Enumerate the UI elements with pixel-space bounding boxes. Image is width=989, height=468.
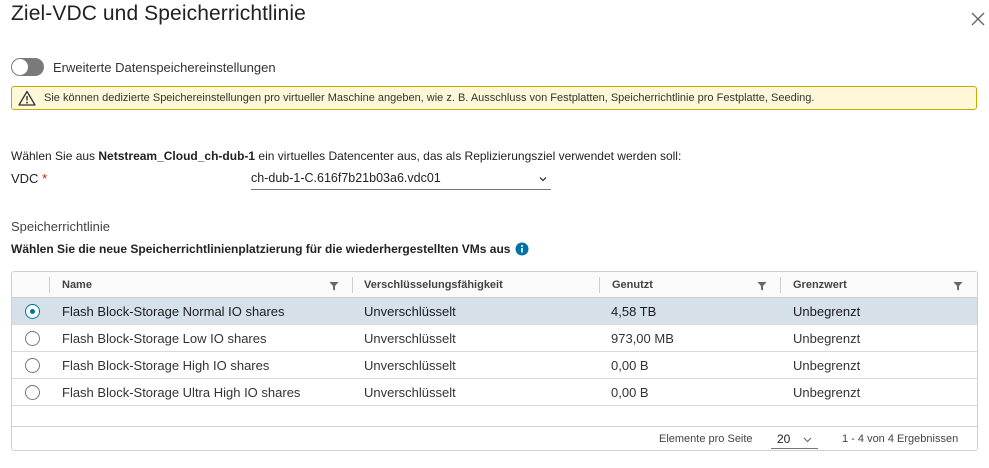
page-size-select[interactable]: 20 <box>771 430 818 449</box>
vdc-instruction: Wählen Sie aus Netstream_Cloud_ch-dub-1 … <box>11 149 681 163</box>
column-separator <box>352 277 353 293</box>
filter-icon[interactable] <box>757 281 767 291</box>
storage-policy-instruction: Wählen Sie die neue Speicherrichtlinienp… <box>11 242 529 256</box>
column-header-encryption[interactable]: Verschlüsselungsfähigkeit <box>364 272 503 298</box>
grid-header: Name Verschlüsselungsfähigkeit Genutzt G… <box>12 272 977 298</box>
cell-name: Flash Block-Storage Low IO shares <box>62 331 267 346</box>
table-row[interactable]: Flash Block-Storage Low IO shares Unvers… <box>12 325 977 352</box>
cell-used: 973,00 MB <box>611 331 674 346</box>
page-size-value: 20 <box>777 432 791 446</box>
chevron-down-icon <box>539 177 547 182</box>
cell-encryption: Unverschlüsselt <box>364 331 456 346</box>
table-row[interactable]: Flash Block-Storage High IO shares Unver… <box>12 352 977 379</box>
dialog-title: Ziel-VDC und Speicherrichtlinie <box>11 2 306 25</box>
grid-footer: Elemente pro Seite 20 1 - 4 von 4 Ergebn… <box>12 426 977 450</box>
cell-name: Flash Block-Storage Normal IO shares <box>62 304 285 319</box>
row-radio[interactable] <box>25 304 40 319</box>
storage-policy-instruction-text: Wählen Sie die neue Speicherrichtlinienp… <box>11 242 511 256</box>
vdc-label-text: VDC <box>11 171 39 186</box>
cell-limit: Unbegrenzt <box>793 331 861 346</box>
row-radio[interactable] <box>25 358 40 373</box>
cell-used: 4,58 TB <box>611 304 657 319</box>
info-icon[interactable] <box>515 242 529 256</box>
vdc-instruction-prefix: Wählen Sie aus <box>11 149 99 163</box>
cell-name: Flash Block-Storage High IO shares <box>62 358 270 373</box>
column-header-limit[interactable]: Grenzwert <box>793 272 847 298</box>
cloud-name: Netstream_Cloud_ch-dub-1 <box>98 149 256 163</box>
filter-icon[interactable] <box>953 281 963 291</box>
cell-limit: Unbegrenzt <box>793 385 861 400</box>
close-icon[interactable] <box>970 11 986 27</box>
column-separator <box>780 277 781 293</box>
filter-icon[interactable] <box>329 281 339 291</box>
row-radio[interactable] <box>25 385 40 400</box>
storage-policy-title: Speicherrichtlinie <box>11 219 110 234</box>
page-size-label: Elemente pro Seite <box>659 433 753 445</box>
storage-policy-grid: Name Verschlüsselungsfähigkeit Genutzt G… <box>11 271 978 451</box>
chevron-down-icon <box>803 437 812 443</box>
row-radio[interactable] <box>25 331 40 346</box>
result-count: 1 - 4 von 4 Ergebnissen <box>842 433 959 445</box>
warning-text: Sie können dedizierte Speichereinstellun… <box>44 92 815 104</box>
warning-icon <box>18 90 36 106</box>
column-separator <box>49 277 50 293</box>
cell-limit: Unbegrenzt <box>793 304 861 319</box>
advanced-settings-row: Erweiterte Datenspeichereinstellungen <box>11 58 276 76</box>
column-header-used[interactable]: Genutzt <box>612 272 653 298</box>
cell-encryption: Unverschlüsselt <box>364 304 456 319</box>
cell-limit: Unbegrenzt <box>793 358 861 373</box>
vdc-select[interactable]: ch-dub-1-C.616f7b21b03a6.vdc01 <box>251 168 551 190</box>
advanced-settings-toggle[interactable] <box>11 58 44 76</box>
toggle-knob <box>12 59 28 75</box>
vdc-label: VDC * <box>11 171 47 186</box>
required-marker: * <box>42 171 48 186</box>
vdc-select-value: ch-dub-1-C.616f7b21b03a6.vdc01 <box>251 171 441 185</box>
warning-banner: Sie können dedizierte Speichereinstellun… <box>11 86 977 110</box>
cell-used: 0,00 B <box>611 385 649 400</box>
table-row[interactable]: Flash Block-Storage Ultra High IO shares… <box>12 379 977 406</box>
column-header-name[interactable]: Name <box>62 272 92 298</box>
cell-encryption: Unverschlüsselt <box>364 385 456 400</box>
table-row[interactable]: Flash Block-Storage Normal IO shares Unv… <box>12 298 977 325</box>
vdc-instruction-suffix: ein virtuelles Datencenter aus, das als … <box>255 149 682 163</box>
column-separator <box>599 277 600 293</box>
cell-name: Flash Block-Storage Ultra High IO shares <box>62 385 301 400</box>
cell-encryption: Unverschlüsselt <box>364 358 456 373</box>
cell-used: 0,00 B <box>611 358 649 373</box>
advanced-settings-label: Erweiterte Datenspeichereinstellungen <box>53 59 276 75</box>
